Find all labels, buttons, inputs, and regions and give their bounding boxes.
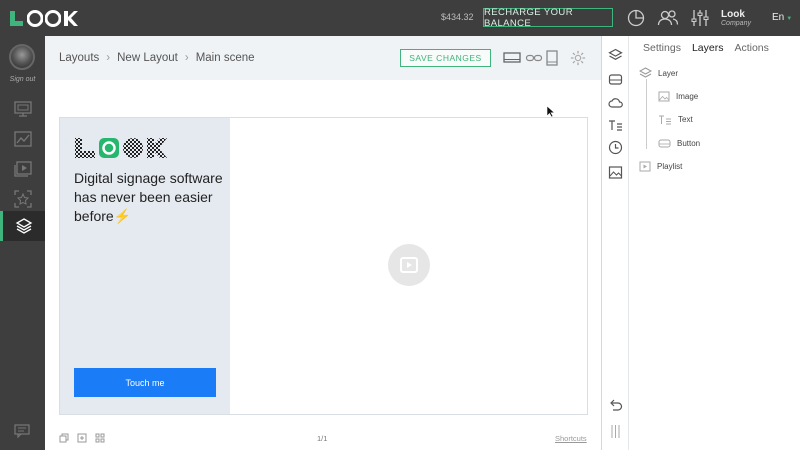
- undo-icon[interactable]: [608, 398, 623, 413]
- text-icon[interactable]: [608, 118, 623, 133]
- link-icon[interactable]: [525, 50, 543, 66]
- scene-left-panel[interactable]: Digital signage software has never been …: [60, 118, 230, 414]
- chevron-down-icon: ▼: [786, 16, 793, 22]
- layer-label: Text: [678, 114, 693, 124]
- add-icon[interactable]: [77, 433, 87, 443]
- language-selector[interactable]: En ▼: [772, 12, 792, 23]
- sign-out-link[interactable]: Sign out: [0, 76, 45, 83]
- layer-item-text[interactable]: Text: [658, 109, 693, 129]
- logo-o-icon: [99, 138, 119, 158]
- breadcrumb-main-scene: Main scene: [195, 52, 255, 64]
- balance-amount: $434.32: [441, 12, 474, 22]
- breadcrumb: Layouts › New Layout › Main scene: [59, 52, 255, 64]
- layer-label: Image: [676, 91, 699, 101]
- button-icon: [658, 139, 671, 147]
- shortcuts-link[interactable]: Shortcuts: [555, 434, 587, 443]
- layer-item-layer[interactable]: Layer: [639, 63, 678, 83]
- image-icon: [658, 91, 670, 101]
- mouse-cursor-icon: [547, 106, 555, 117]
- play-icon: [400, 257, 418, 273]
- account-role: Company: [721, 20, 751, 27]
- chat-icon[interactable]: [14, 424, 30, 438]
- clock-icon[interactable]: [608, 140, 623, 155]
- top-bar: $434.32 RECHARGE YOUR BALANCE Look Compa…: [0, 0, 800, 36]
- tree-connector: [646, 79, 647, 149]
- crop-icon: [13, 190, 32, 208]
- playlist-placeholder[interactable]: [388, 244, 430, 286]
- layer-label: Playlist: [657, 161, 683, 171]
- logo-l-icon: [75, 138, 95, 158]
- layers-icon[interactable]: [608, 48, 623, 63]
- canvas-area[interactable]: Digital signage software has never been …: [45, 80, 601, 450]
- avatar[interactable]: [9, 44, 35, 70]
- left-sidebar: Sign out: [0, 36, 45, 450]
- chevron-right-icon: ›: [106, 52, 111, 64]
- breadcrumb-new-layout[interactable]: New Layout: [117, 52, 178, 64]
- sidebar-item-content[interactable]: [0, 184, 45, 214]
- editor-header: Layouts › New Layout › Main scene SAVE C…: [45, 36, 601, 80]
- text-icon: [659, 115, 671, 124]
- layer-label: Layer: [658, 68, 679, 78]
- layers-icon: [15, 218, 33, 234]
- playlist-icon: [13, 161, 32, 177]
- sidebar-item-statistics[interactable]: [0, 124, 45, 154]
- right-panel-tabs: Settings Layers Actions: [629, 36, 800, 61]
- scene-headline-text[interactable]: Digital signage software has never been …: [74, 169, 224, 226]
- layer-item-image[interactable]: Image: [658, 86, 698, 106]
- cloud-icon[interactable]: [608, 95, 623, 110]
- copy-icon[interactable]: [59, 433, 69, 443]
- logo-o-icon: [123, 138, 143, 158]
- tool-column: [602, 36, 629, 450]
- landscape-icon[interactable]: [503, 50, 521, 66]
- account-menu[interactable]: Look Company: [721, 9, 751, 27]
- canvas-toolbar: [59, 433, 105, 443]
- scene-canvas[interactable]: Digital signage software has never been …: [59, 117, 588, 415]
- portrait-icon[interactable]: [543, 50, 561, 66]
- layer-item-button[interactable]: Button: [658, 133, 700, 153]
- pie-chart-icon[interactable]: [626, 8, 646, 28]
- sidebar-item-screens[interactable]: [0, 94, 45, 124]
- users-icon[interactable]: [657, 8, 679, 28]
- sidebar-item-layouts[interactable]: [0, 211, 45, 241]
- image-icon[interactable]: [608, 165, 623, 180]
- chart-icon: [13, 131, 32, 147]
- grid-icon[interactable]: [95, 433, 105, 443]
- tab-layers[interactable]: Layers: [688, 36, 731, 61]
- drag-handle-icon[interactable]: [608, 424, 623, 439]
- layers-tree: Layer Image Text Button Playlist: [629, 61, 800, 450]
- monitor-icon: [13, 101, 32, 117]
- tab-actions[interactable]: Actions: [730, 36, 775, 61]
- chevron-right-icon: ›: [184, 52, 189, 64]
- storage-icon[interactable]: [608, 72, 623, 87]
- look-logo[interactable]: [9, 9, 79, 27]
- logo-k-icon: [147, 138, 167, 158]
- layer-icon: [639, 67, 652, 78]
- layer-label: Button: [677, 138, 701, 148]
- sliders-icon[interactable]: [690, 8, 710, 28]
- save-changes-button[interactable]: SAVE CHANGES: [400, 49, 491, 67]
- scene-logo-image[interactable]: [74, 137, 168, 159]
- account-name: Look: [721, 9, 745, 20]
- layer-item-playlist[interactable]: Playlist: [639, 156, 682, 176]
- recharge-balance-button[interactable]: RECHARGE YOUR BALANCE: [483, 7, 613, 29]
- touch-me-button[interactable]: Touch me: [74, 368, 216, 397]
- settings-icon[interactable]: [569, 50, 587, 66]
- tab-settings[interactable]: Settings: [629, 36, 688, 61]
- sidebar-item-playlists[interactable]: [0, 154, 45, 184]
- language-label: En: [772, 12, 785, 23]
- page-indicator: 1/1: [317, 434, 328, 443]
- breadcrumb-layouts[interactable]: Layouts: [59, 52, 99, 64]
- playlist-icon: [639, 161, 651, 171]
